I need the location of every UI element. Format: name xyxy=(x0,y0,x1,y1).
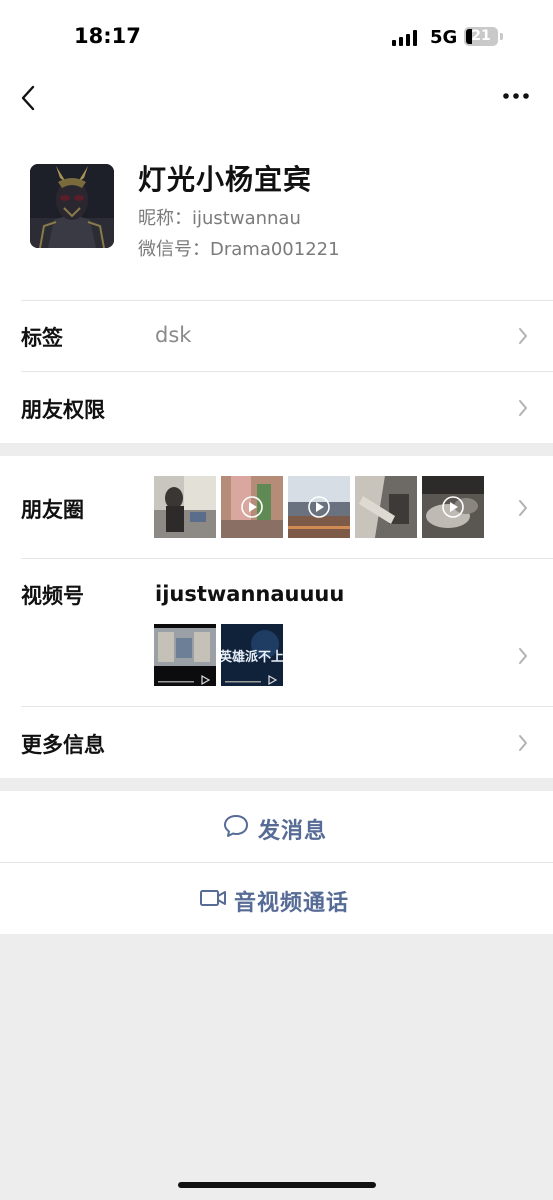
send-message-label: 发消息 xyxy=(258,819,328,844)
chevron-right-icon xyxy=(518,734,528,752)
avatar[interactable] xyxy=(30,164,114,248)
home-indicator xyxy=(178,1182,376,1188)
video-call-label: 音视频通话 xyxy=(234,891,350,916)
battery-icon: 21 xyxy=(464,27,498,46)
video-camera-icon xyxy=(199,887,227,909)
more-info-label: 更多信息 xyxy=(21,733,105,757)
moments-video xyxy=(221,476,283,538)
moments-label: 朋友圈 xyxy=(21,498,84,522)
channels-label: 视频号 xyxy=(21,584,84,608)
send-message-button[interactable]: 发消息 xyxy=(0,791,553,862)
contact-name: 灯光小杨宜宾 xyxy=(138,163,313,196)
channels-thumbnails: 英雄派不上 xyxy=(154,624,284,686)
moments-photo xyxy=(355,476,417,538)
battery-tip xyxy=(500,33,503,40)
status-time: 18:17 xyxy=(74,24,141,48)
tags-value: dsk xyxy=(155,323,192,347)
video-call-button[interactable]: 音视频通话 xyxy=(0,863,553,934)
network-type: 5G xyxy=(430,27,458,48)
contact-wechat-id: 微信号：Drama001221 xyxy=(138,239,340,260)
channels-video xyxy=(154,624,216,686)
chevron-right-icon xyxy=(518,499,528,517)
navigation-bar xyxy=(0,62,553,132)
back-icon[interactable] xyxy=(16,80,44,116)
battery-level: 21 xyxy=(471,28,491,44)
channels-account-name: ijustwannauuuu xyxy=(155,582,345,606)
channels-cover-text: 英雄派不上 xyxy=(221,650,283,665)
chevron-right-icon xyxy=(518,647,528,665)
chevron-right-icon xyxy=(518,327,528,345)
tags-row[interactable] xyxy=(0,301,553,371)
chevron-right-icon xyxy=(518,399,528,417)
moments-video xyxy=(288,476,350,538)
more-options-icon[interactable] xyxy=(500,86,532,106)
channels-video: 英雄派不上 xyxy=(221,624,283,686)
chat-bubble-icon xyxy=(222,813,250,839)
moments-video xyxy=(422,476,484,538)
moments-photo xyxy=(154,476,216,538)
friend-permissions-label: 朋友权限 xyxy=(21,398,105,422)
tags-label: 标签 xyxy=(21,326,63,350)
moments-thumbnails xyxy=(154,476,494,538)
cellular-signal-icon xyxy=(392,30,418,46)
contact-nickname: 昵称：ijustwannau xyxy=(138,208,301,229)
